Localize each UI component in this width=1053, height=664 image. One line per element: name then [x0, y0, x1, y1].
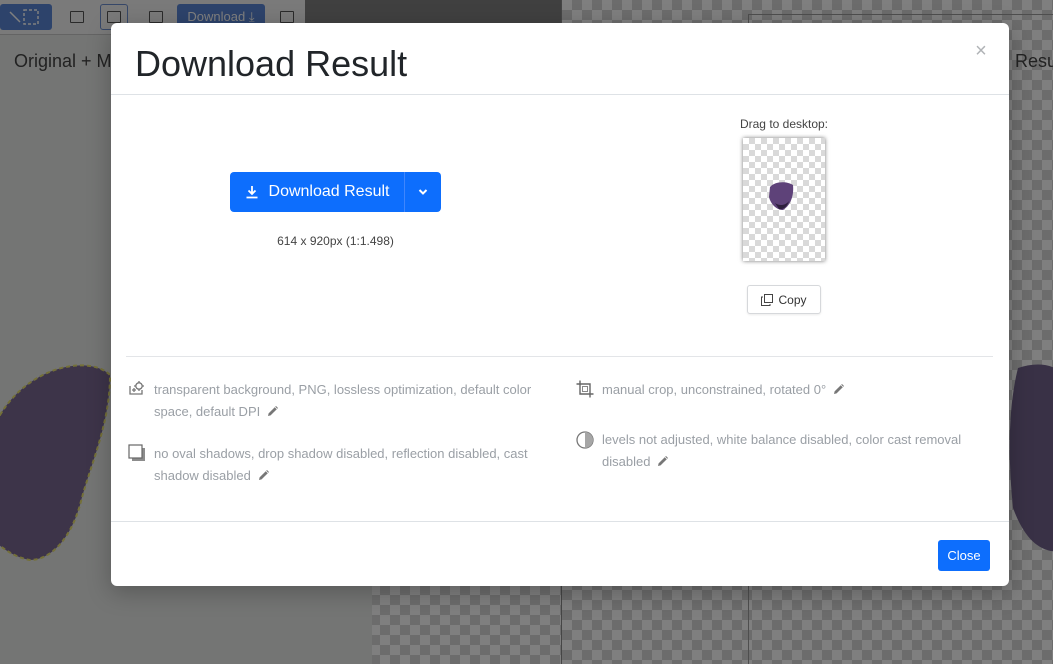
output-settings-summary: transparent background, PNG, lossless op… — [128, 379, 548, 425]
pencil-icon[interactable] — [656, 453, 670, 475]
pencil-icon[interactable] — [257, 467, 271, 489]
download-result-button[interactable]: Download Result — [230, 172, 404, 212]
petal-thumbnail-image — [769, 182, 794, 210]
section-divider — [126, 356, 993, 357]
download-options-toggle[interactable] — [404, 172, 441, 212]
color-settings-summary: levels not adjusted, white balance disab… — [576, 429, 996, 475]
color-adjust-icon — [576, 429, 602, 475]
image-dimensions: 614 x 920px (1:1.498) — [277, 234, 394, 248]
crop-icon — [576, 379, 602, 403]
result-thumbnail[interactable] — [743, 138, 825, 261]
dialog-header: Download Result × — [111, 23, 1009, 95]
download-result-dialog: Download Result × Download Result 614 x … — [111, 23, 1009, 586]
pencil-icon[interactable] — [266, 403, 280, 425]
pencil-icon[interactable] — [832, 381, 846, 403]
crop-settings-text: manual crop, unconstrained, rotated 0° — [602, 382, 827, 397]
dialog-title: Download Result — [135, 43, 408, 84]
dialog-footer: Close — [111, 521, 1009, 586]
output-settings-icon — [128, 379, 154, 425]
crop-settings-summary: manual crop, unconstrained, rotated 0° — [576, 379, 996, 403]
download-split-button: Download Result — [230, 172, 441, 212]
shadow-settings-summary: no oval shadows, drop shadow disabled, r… — [128, 443, 548, 489]
close-button[interactable]: Close — [938, 540, 990, 571]
close-icon[interactable]: × — [973, 41, 989, 61]
copy-button[interactable]: Copy — [747, 285, 821, 314]
copy-label: Copy — [778, 292, 807, 307]
download-result-label: Download Result — [268, 183, 390, 200]
shadow-icon — [128, 443, 154, 489]
output-settings-text: transparent background, PNG, lossless op… — [154, 382, 532, 419]
shadow-settings-text: no oval shadows, drop shadow disabled, r… — [154, 446, 528, 483]
download-icon — [246, 186, 258, 199]
drag-to-desktop-label: Drag to desktop: — [739, 117, 829, 131]
chevron-down-icon — [418, 189, 428, 195]
copy-icon — [761, 293, 774, 306]
